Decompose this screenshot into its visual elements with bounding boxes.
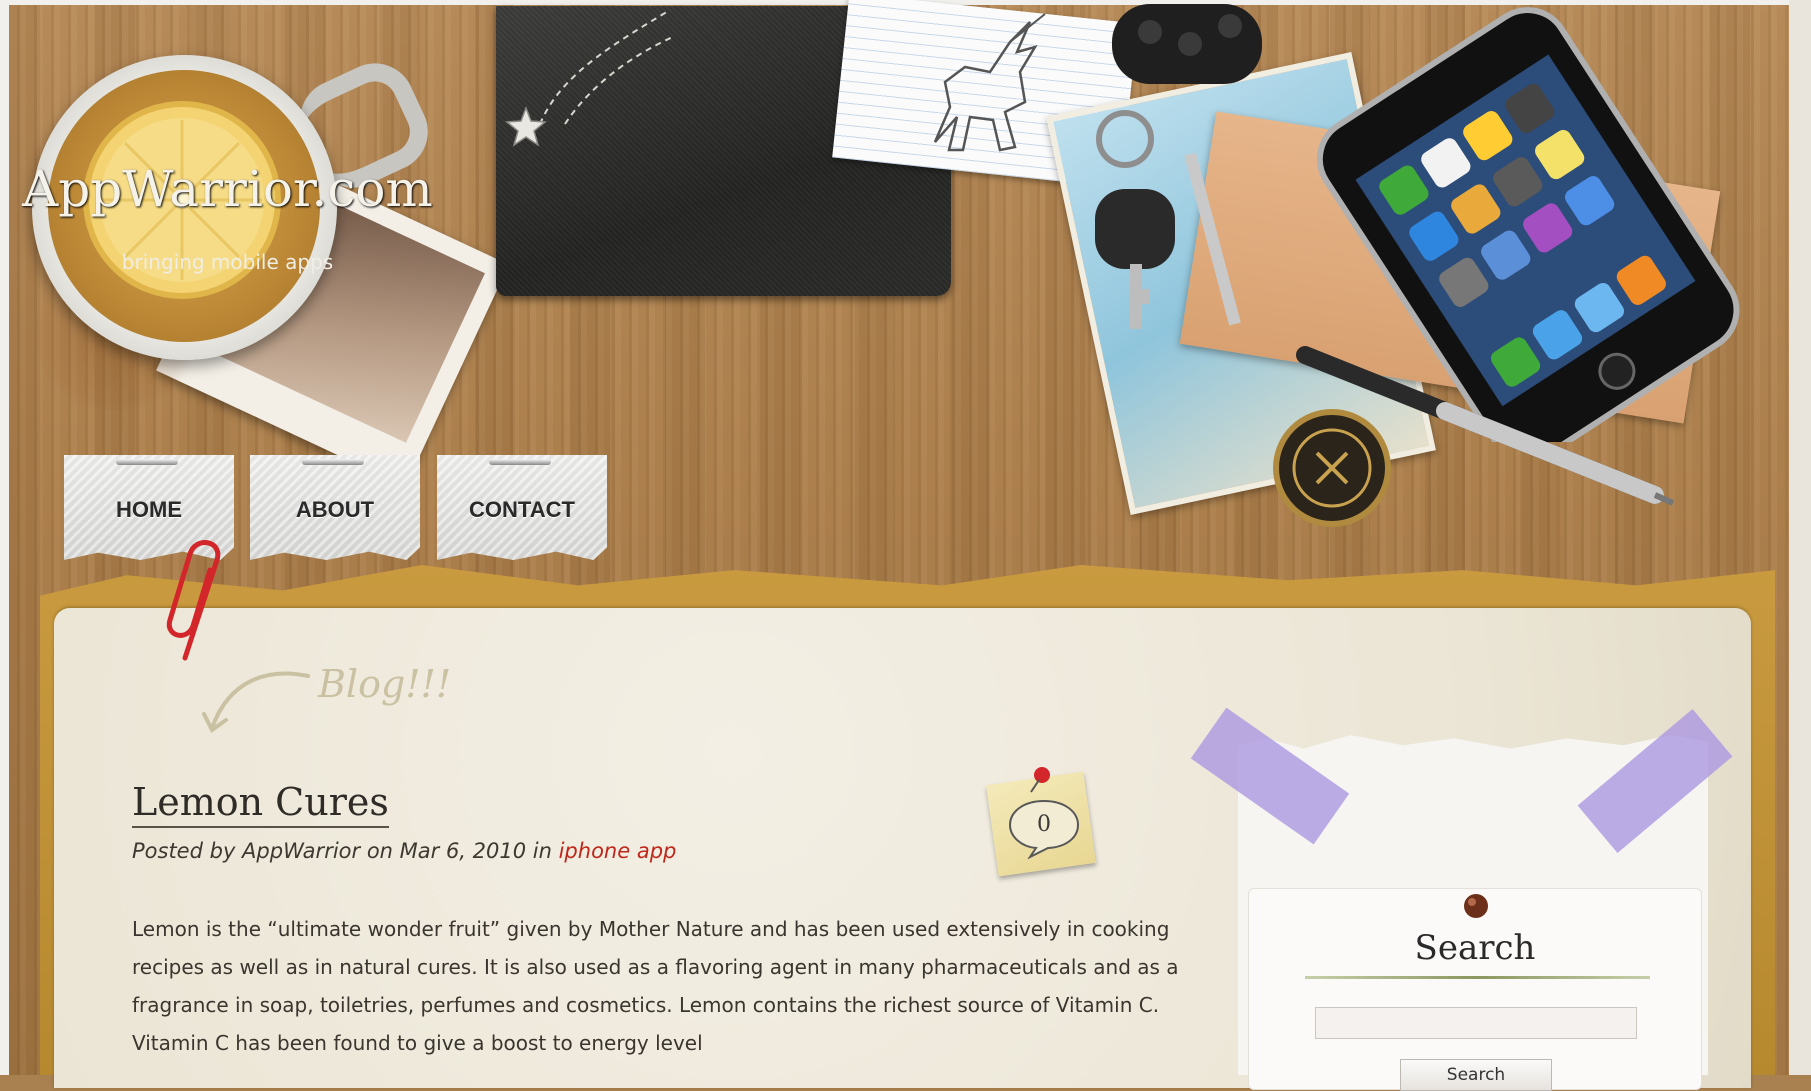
nav-contact[interactable]: CONTACT <box>437 455 607 560</box>
paper-clip-strip <box>489 459 551 465</box>
search-divider <box>1305 976 1650 979</box>
pin-icon <box>1464 894 1488 918</box>
nav-home-label: HOME <box>116 497 182 522</box>
window-frame-right <box>1789 0 1811 1075</box>
comment-count[interactable]: 0 <box>1028 812 1060 837</box>
unicorn-icon <box>933 13 1046 152</box>
search-input[interactable] <box>1315 1007 1637 1039</box>
post-category-link[interactable]: iphone app <box>559 839 677 863</box>
search-heading: Search <box>1414 928 1536 968</box>
site-title[interactable]: AppWarrior.com <box>0 160 455 218</box>
nav-contact-label: CONTACT <box>469 497 575 522</box>
nav-about-label: ABOUT <box>295 497 375 522</box>
site-tagline: bringing mobile apps <box>121 250 334 274</box>
post-meta-text: Posted by AppWarrior on Mar 6, 2010 in <box>132 839 559 863</box>
post-meta: Posted by AppWarrior on Mar 6, 2010 in i… <box>132 839 676 863</box>
blog-heading: Blog!!! <box>318 662 452 706</box>
search-button[interactable]: Search <box>1400 1059 1552 1091</box>
nav-about[interactable]: ABOUT <box>250 455 420 560</box>
paperclip-icon <box>166 540 221 661</box>
paper-clip-strip <box>116 459 178 465</box>
paper-clip-strip <box>302 459 364 465</box>
star-icon <box>505 106 547 147</box>
pin-icon <box>1030 767 1050 793</box>
arrow-icon <box>202 671 310 733</box>
post-body: Lemon is the “ultimate wonder fruit” giv… <box>132 917 1179 1055</box>
coin-icon <box>1273 409 1391 527</box>
post-title-link[interactable]: Lemon Cures <box>132 780 389 828</box>
